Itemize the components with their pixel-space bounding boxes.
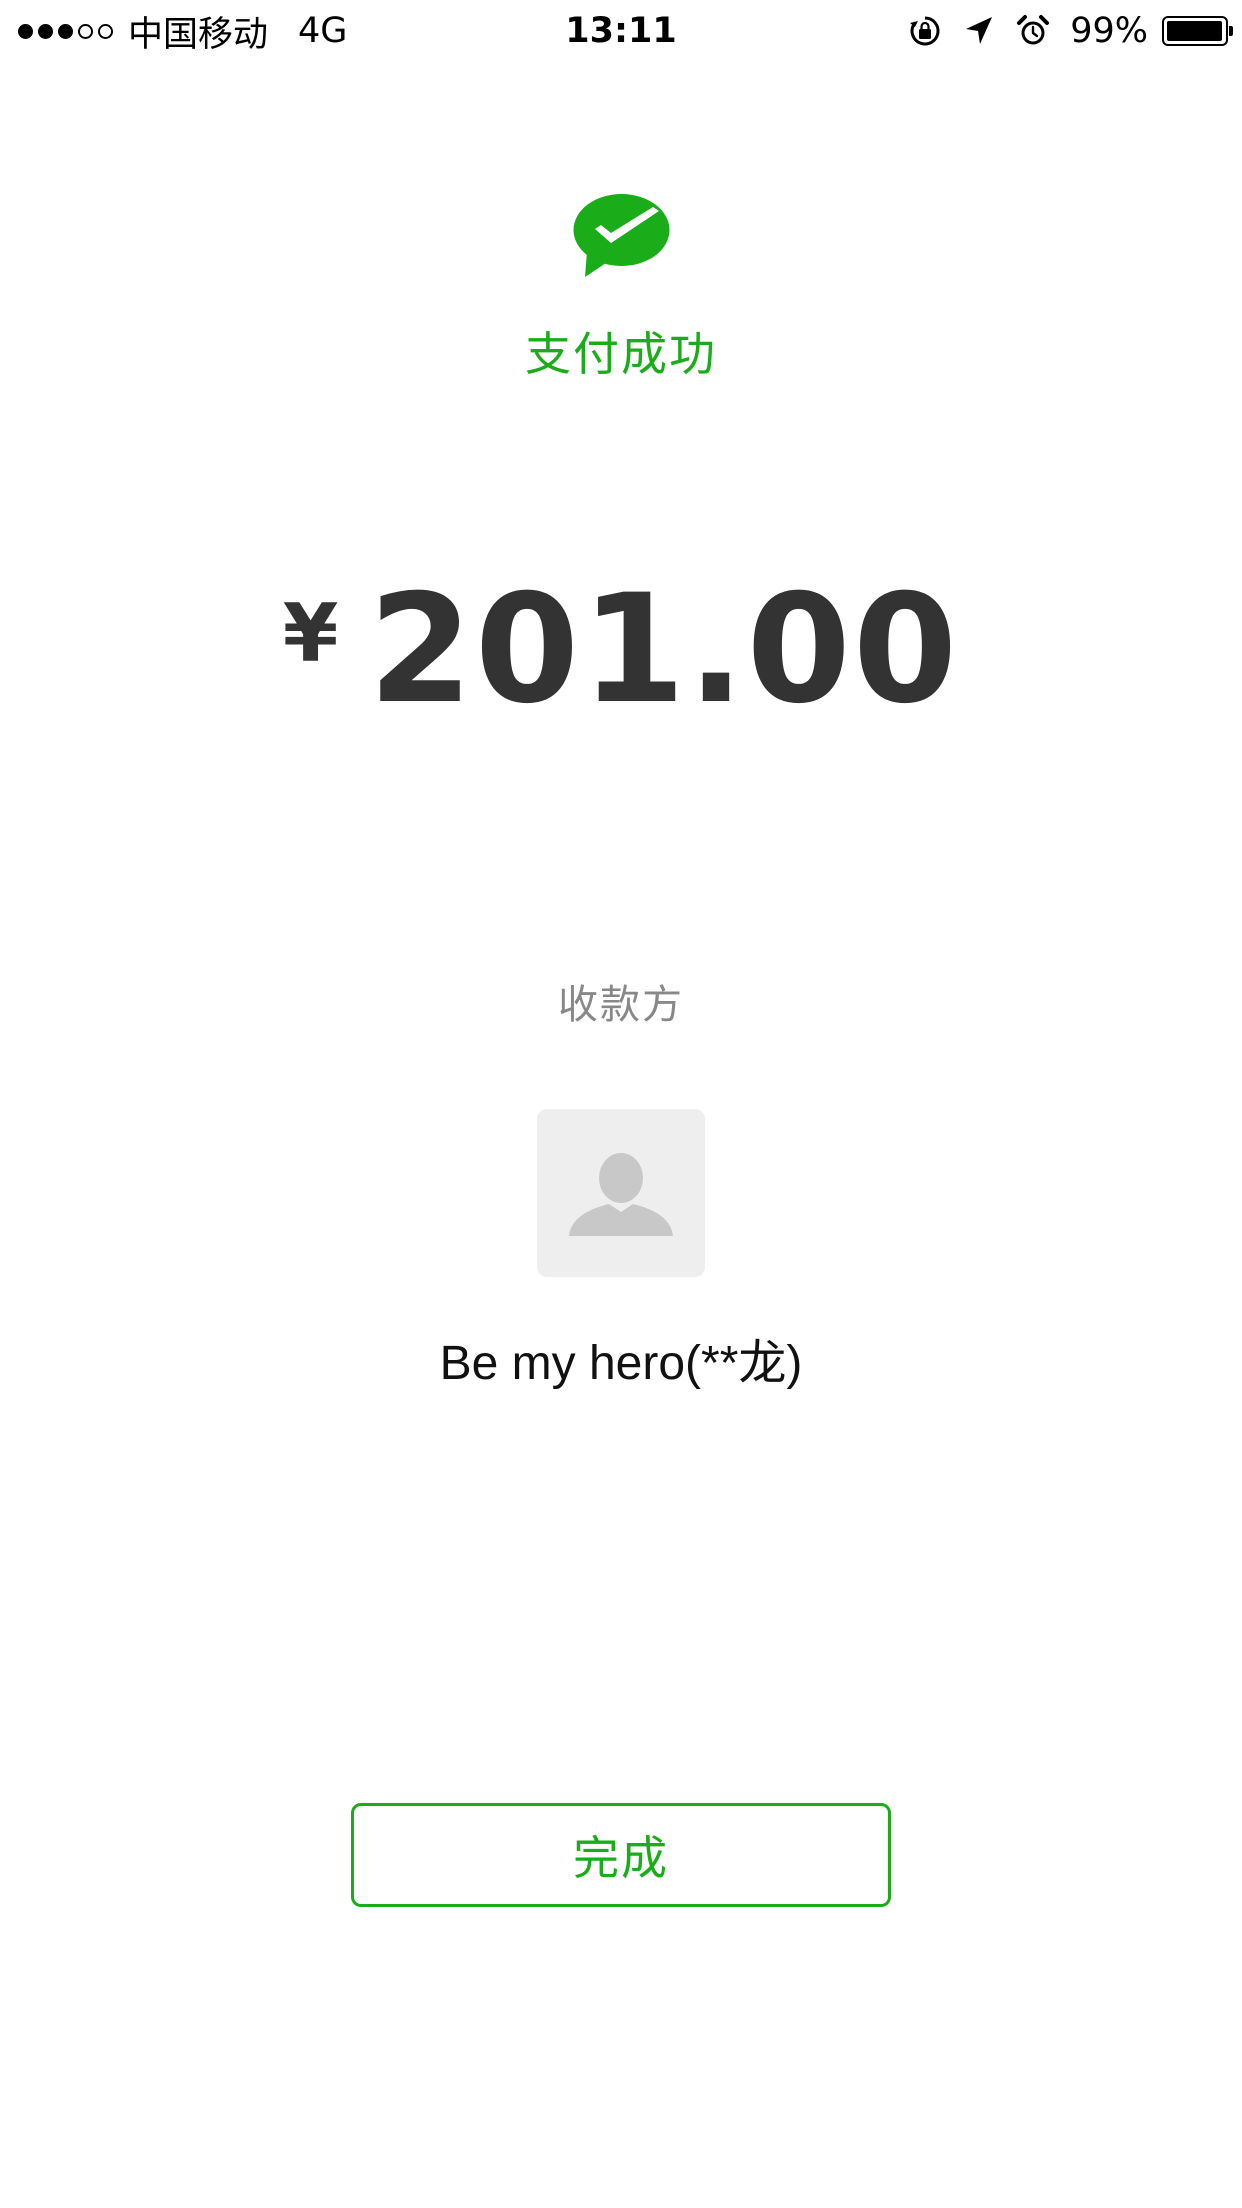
payment-success-title: 支付成功 <box>525 327 717 381</box>
location-arrow-icon <box>962 14 996 48</box>
amount-value: 201.00 <box>368 563 960 737</box>
payment-amount: ¥ 201.00 <box>0 575 1242 735</box>
status-bar: 中国移动 4G 13:11 99% <box>0 0 1242 62</box>
battery-tip <box>1229 26 1233 36</box>
rotation-lock-icon <box>908 14 942 48</box>
wechat-pay-success-icon <box>573 193 670 277</box>
payee-name: Be my hero(**龙) <box>439 1337 803 1390</box>
battery-level-fill <box>1167 21 1223 41</box>
payment-success-screen: 中国移动 4G 13:11 99% 支付成功 ¥ 201.00 收款方 Be m… <box>0 0 1242 2208</box>
payee-label: 收款方 <box>558 982 684 1028</box>
alarm-icon <box>1016 14 1050 48</box>
default-avatar-icon <box>537 1109 705 1277</box>
done-button[interactable]: 完成 <box>351 1803 891 1907</box>
battery-icon <box>1162 16 1233 46</box>
status-right: 99% <box>908 8 1233 54</box>
battery-percentage: 99% <box>1070 11 1148 51</box>
currency-symbol: ¥ <box>282 587 339 680</box>
